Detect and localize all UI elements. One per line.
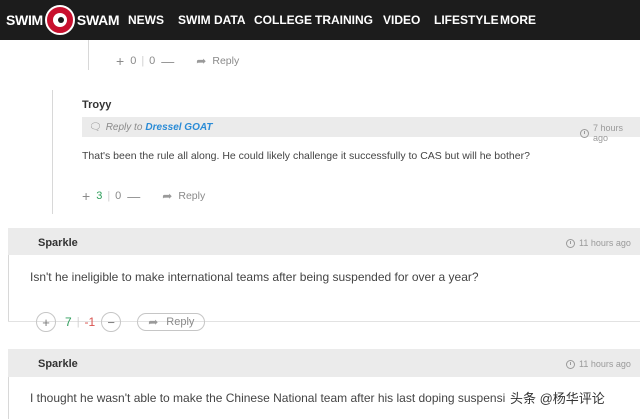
upvote-count: 3 bbox=[96, 190, 103, 202]
watermark-text: 头条 @杨华评论 bbox=[510, 391, 605, 406]
nav-item-lifestyle[interactable]: LIFESTYLE bbox=[434, 0, 499, 40]
logo-text-right: SWAM bbox=[76, 12, 120, 28]
vote-row: + 0 | 0 — ➦ Reply bbox=[116, 53, 239, 69]
reply-button[interactable]: ➦ Reply bbox=[137, 313, 206, 331]
comment-author[interactable]: Sparkle bbox=[38, 237, 78, 249]
comment-timestamp: 11 hours ago bbox=[566, 238, 631, 248]
reply-button[interactable]: Reply bbox=[212, 55, 239, 67]
reply-to-bar: 🗨 Reply to Dressel GOAT bbox=[82, 117, 640, 137]
reply-label: Reply bbox=[166, 316, 195, 328]
downvote-count: 0 bbox=[149, 55, 156, 67]
vote-divider: | bbox=[141, 55, 145, 67]
reply-arrow-icon: ➦ bbox=[162, 189, 173, 203]
comment-border-left bbox=[8, 255, 9, 321]
downvote-count: -1 bbox=[84, 315, 96, 329]
reply-to-icon: 🗨 bbox=[89, 121, 102, 133]
logo-emblem-icon bbox=[44, 5, 75, 35]
thread-line bbox=[88, 40, 89, 70]
timestamp-text: 11 hours ago bbox=[579, 359, 631, 369]
vote-divider: | bbox=[76, 316, 80, 328]
nav-item-college[interactable]: COLLEGE bbox=[254, 0, 312, 40]
upvote-count: 0 bbox=[130, 55, 137, 67]
nav-item-video[interactable]: VIDEO bbox=[383, 0, 420, 40]
comment-header bbox=[8, 349, 640, 377]
reply-arrow-icon: ➦ bbox=[196, 54, 207, 68]
thread-line bbox=[52, 90, 53, 214]
comment-body: I thought he wasn't able to make the Chi… bbox=[30, 391, 506, 405]
comment-timestamp: 7 hours ago bbox=[580, 123, 640, 143]
top-nav: SWIM SWAM NEWS SWIM DATA COLLEGE TRAININ… bbox=[0, 0, 640, 40]
nav-item-more[interactable]: MORE bbox=[500, 0, 536, 40]
upvote-count: 7 bbox=[65, 315, 72, 329]
upvote-button[interactable]: + bbox=[116, 53, 124, 69]
nav-item-news[interactable]: NEWS bbox=[128, 0, 164, 40]
downvote-button[interactable]: — bbox=[127, 189, 140, 204]
downvote-count: 0 bbox=[115, 190, 122, 202]
comment-author[interactable]: Sparkle bbox=[38, 358, 78, 370]
upvote-button[interactable]: + bbox=[82, 188, 90, 204]
comment-body: Isn't he ineligible to make internationa… bbox=[30, 270, 479, 284]
reply-button[interactable]: Reply bbox=[178, 190, 205, 202]
reply-arrow-icon: ➦ bbox=[148, 315, 159, 329]
vote-row: + 3 | 0 — ➦ Reply bbox=[82, 188, 205, 204]
downvote-button[interactable]: — bbox=[161, 54, 174, 69]
timestamp-text: 7 hours ago bbox=[592, 123, 623, 143]
comment-author[interactable]: Troyy bbox=[82, 99, 111, 111]
timestamp-text: 11 hours ago bbox=[579, 238, 631, 248]
comment-timestamp: 11 hours ago bbox=[566, 359, 631, 369]
nav-item-training[interactable]: TRAINING bbox=[315, 0, 373, 40]
clock-icon bbox=[566, 359, 575, 369]
clock-icon bbox=[566, 238, 575, 248]
nav-item-swim-data[interactable]: SWIM DATA bbox=[178, 0, 246, 40]
comment-body: That's been the rule all along. He could… bbox=[82, 150, 530, 162]
upvote-button[interactable]: + bbox=[36, 312, 56, 332]
reply-to-prefix: Reply to bbox=[105, 121, 143, 133]
comment-border-left bbox=[8, 377, 9, 419]
vote-row: + 7 | -1 − ➦ Reply bbox=[36, 312, 206, 332]
reply-to-link[interactable]: Dressel GOAT bbox=[145, 122, 212, 133]
clock-icon bbox=[580, 128, 589, 138]
vote-divider: | bbox=[107, 190, 111, 202]
downvote-button[interactable]: − bbox=[101, 312, 122, 332]
logo-text-left: SWIM bbox=[6, 12, 43, 28]
comment-header bbox=[8, 228, 640, 255]
site-logo[interactable]: SWIM SWAM bbox=[6, 4, 120, 36]
